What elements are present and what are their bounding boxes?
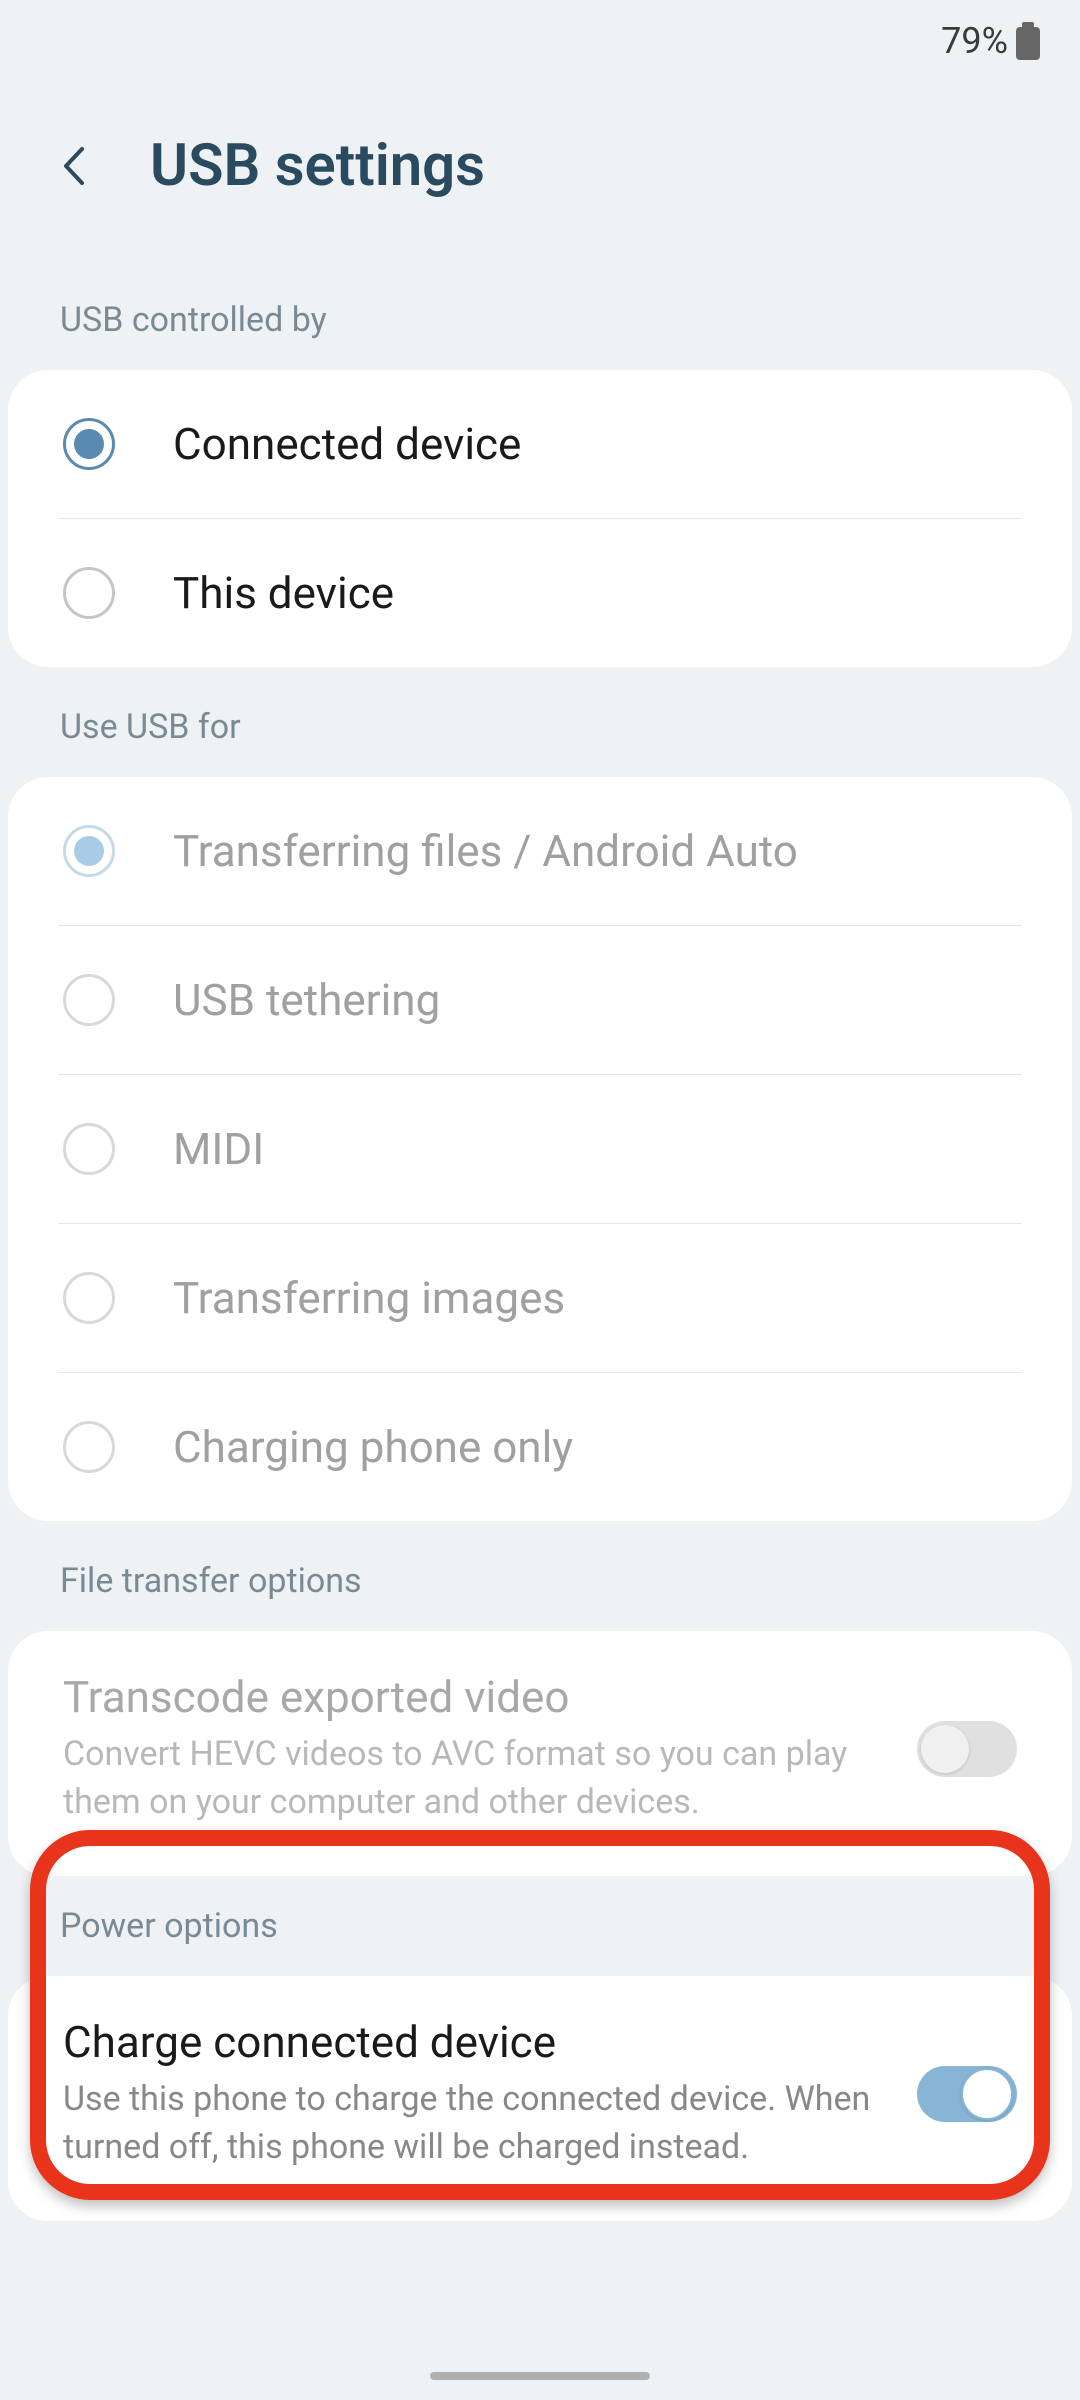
usb-controlled-card: Connected device This device [8, 370, 1072, 667]
transcode-row: Transcode exported video Convert HEVC vi… [8, 1631, 1072, 1876]
radio-icon [63, 418, 115, 470]
status-bar: 79% [0, 0, 1080, 72]
battery-percentage: 79% [941, 20, 1008, 62]
file-transfer-card: Transcode exported video Convert HEVC vi… [8, 1631, 1072, 1876]
radio-icon [63, 974, 115, 1026]
header: USB settings [0, 72, 1080, 280]
radio-charging-only: Charging phone only [58, 1372, 1022, 1521]
charge-connected-row[interactable]: Charge connected device Use this phone t… [8, 1976, 1072, 2221]
radio-midi: MIDI [58, 1074, 1022, 1223]
transcode-title: Transcode exported video [63, 1671, 887, 1723]
radio-icon [63, 825, 115, 877]
charge-text: Charge connected device Use this phone t… [63, 2016, 887, 2171]
radio-label: Connected device [173, 418, 521, 470]
radio-label: Transferring files / Android Auto [173, 825, 798, 877]
radio-connected-device[interactable]: Connected device [8, 370, 1072, 518]
radio-label: USB tethering [173, 974, 440, 1026]
charge-desc: Use this phone to charge the connected d… [63, 2076, 887, 2171]
section-label-power: Power options [0, 1876, 1080, 1976]
use-usb-for-card: Transferring files / Android Auto USB te… [8, 777, 1072, 1521]
section-label-file-transfer: File transfer options [0, 1521, 1080, 1631]
nav-handle[interactable] [430, 2372, 650, 2380]
section-label-usb-controlled: USB controlled by [0, 280, 1080, 370]
page-title: USB settings [150, 132, 485, 200]
battery-icon [1016, 22, 1040, 60]
charge-toggle[interactable] [917, 2066, 1017, 2122]
back-button[interactable] [60, 141, 110, 191]
transcode-text: Transcode exported video Convert HEVC vi… [63, 1671, 887, 1826]
radio-icon [63, 567, 115, 619]
radio-usb-tethering: USB tethering [58, 925, 1022, 1074]
radio-label: Charging phone only [173, 1421, 573, 1473]
section-label-use-usb-for: Use USB for [0, 667, 1080, 777]
radio-this-device[interactable]: This device [58, 518, 1022, 667]
radio-label: MIDI [173, 1123, 264, 1175]
radio-icon [63, 1421, 115, 1473]
radio-icon [63, 1272, 115, 1324]
power-options-card: Charge connected device Use this phone t… [8, 1976, 1072, 2221]
charge-title: Charge connected device [63, 2016, 887, 2068]
radio-label: This device [173, 567, 394, 619]
radio-transferring-images: Transferring images [58, 1223, 1022, 1372]
radio-icon [63, 1123, 115, 1175]
chevron-left-icon [60, 141, 90, 191]
transcode-desc: Convert HEVC videos to AVC format so you… [63, 1731, 887, 1826]
radio-transferring-files: Transferring files / Android Auto [8, 777, 1072, 925]
transcode-toggle [917, 1721, 1017, 1777]
radio-label: Transferring images [173, 1272, 565, 1324]
